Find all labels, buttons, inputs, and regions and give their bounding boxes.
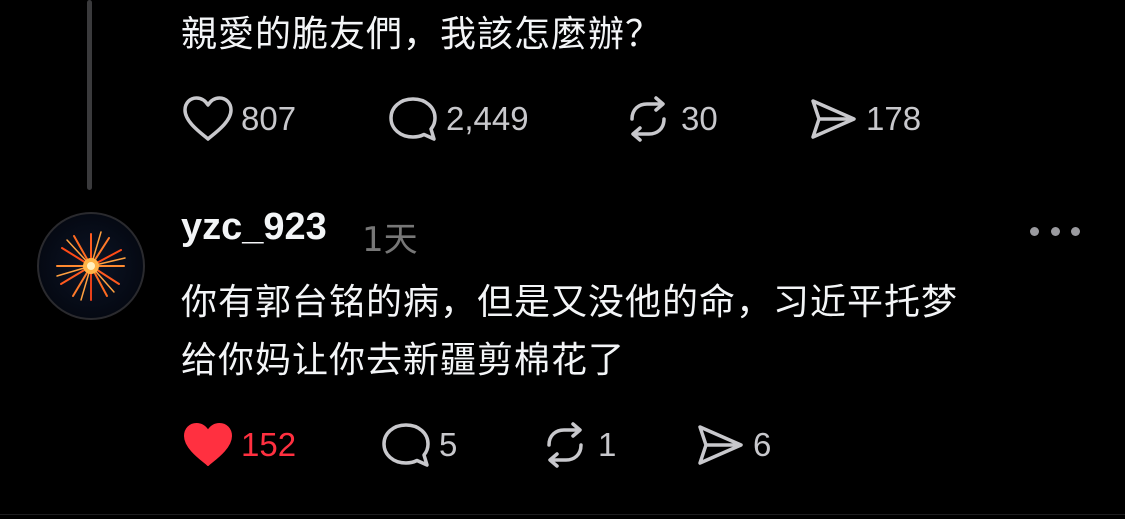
- reply-comment-button[interactable]: 5: [379, 420, 457, 470]
- reply-username[interactable]: yzc_923: [181, 206, 327, 249]
- heart-filled-icon: [181, 420, 235, 470]
- reply-repost-count: 1: [598, 426, 617, 463]
- thread-connector-line: [87, 0, 92, 190]
- reply-repost-button[interactable]: 1: [538, 420, 616, 470]
- avatar[interactable]: [37, 212, 145, 320]
- more-dots-icon: [1050, 226, 1060, 236]
- more-dots-icon: [1030, 226, 1039, 236]
- reply-text-line: 你有郭台铭的病，但是又没他的命，习近平托梦: [181, 282, 959, 323]
- comment-bubble-icon: [386, 94, 440, 144]
- post-text: 親愛的脆友們，我該怎麼辦？: [181, 14, 663, 55]
- reply-like-button[interactable]: 152: [181, 420, 296, 470]
- repost-icon: [621, 94, 675, 144]
- post-like-count: 807: [241, 100, 297, 137]
- post-like-button[interactable]: 807: [181, 94, 296, 144]
- send-icon: [693, 420, 747, 470]
- reply-comment-count: 5: [439, 426, 458, 463]
- more-options-button[interactable]: [1030, 216, 1080, 246]
- post-share-count: 178: [866, 100, 922, 137]
- repost-icon: [538, 420, 592, 470]
- post-share-button[interactable]: 178: [806, 94, 921, 144]
- more-dots-icon: [1071, 226, 1080, 236]
- send-icon: [806, 94, 860, 144]
- reply-share-count: 6: [753, 426, 772, 463]
- post-comment-count: 2,449: [446, 100, 529, 137]
- reply-text-line: 给你妈让你去新疆剪棉花了: [181, 340, 626, 381]
- reply-share-button[interactable]: 6: [693, 420, 771, 470]
- reply-text: 你有郭台铭的病，但是又没他的命，习近平托梦 给你妈让你去新疆剪棉花了: [181, 274, 958, 390]
- comment-bubble-icon: [379, 420, 433, 470]
- post-repost-button[interactable]: 30: [621, 94, 718, 144]
- post-comment-button[interactable]: 2,449: [386, 94, 529, 144]
- post-repost-count: 30: [681, 100, 718, 137]
- reply-timestamp: 1天: [362, 220, 418, 260]
- divider: [0, 514, 1125, 515]
- firework-avatar-image: [56, 231, 126, 301]
- reply-like-count: 152: [241, 426, 297, 463]
- heart-icon: [181, 94, 235, 144]
